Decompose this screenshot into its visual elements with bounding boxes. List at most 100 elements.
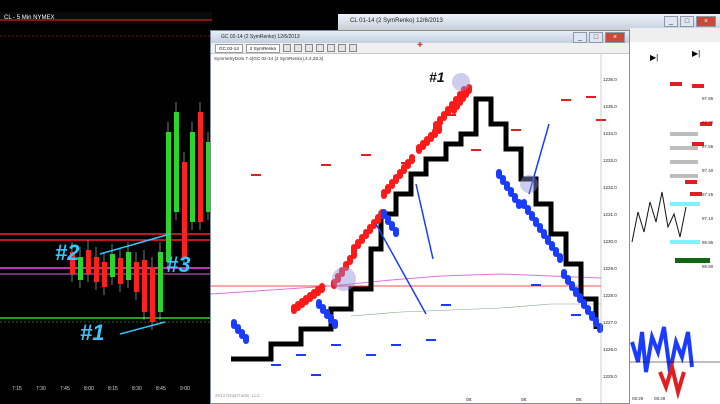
candle [86, 250, 91, 274]
drawing-tools-icon[interactable] [316, 44, 325, 52]
signal-dash [391, 344, 401, 346]
price-label: 97.40 [702, 168, 714, 173]
level-mark [670, 82, 682, 86]
main-chart-window: GC 02-14 (2 SymRenko) 12/6/2013 _ □ × GC… [210, 30, 630, 404]
price-label: 96.80 [702, 264, 714, 269]
signal-dash [401, 162, 411, 164]
signal-dash [296, 354, 306, 356]
zoom-out-icon[interactable] [305, 44, 314, 52]
right-chart-header [630, 28, 720, 42]
annotation-label-3: #3 [166, 252, 191, 277]
signal-dash [321, 164, 331, 166]
candle [182, 162, 187, 257]
price-label: 1233.0 [603, 158, 617, 163]
time-label: 08:29 [632, 396, 644, 401]
candle [150, 267, 155, 322]
candle [118, 258, 123, 284]
price-label: 1227.0 [603, 320, 617, 325]
signal-dash [511, 129, 521, 131]
candle [190, 132, 195, 222]
signal-dash [571, 314, 581, 316]
indicator-label: SymmetryDots 7.4(GC 02-14 (2 SymRenko),4… [214, 56, 324, 61]
candle [94, 257, 99, 282]
time-label: 7:15 [12, 386, 22, 392]
candle [110, 254, 115, 277]
candle [174, 112, 179, 212]
candle [126, 252, 131, 280]
signal-dash [271, 364, 281, 366]
price-label: 97.55 [702, 144, 714, 149]
svg-text:▶|: ▶| [692, 49, 700, 58]
renko-brick [243, 334, 249, 344]
annotation-label-1: #1 [80, 320, 105, 345]
time-label: 8:45 [156, 386, 166, 392]
highlight-circle [332, 267, 356, 291]
watermark: 2013 NinjaTrader, LLC [215, 393, 261, 398]
signal-dash [366, 354, 376, 356]
right-chart: ▶| ▶| 97.85 97.70 97.55 97.40 97.25 97.10 96.9… [630, 42, 720, 404]
time-label: 9:00 [180, 386, 190, 392]
candle [102, 262, 107, 287]
signal-dash [251, 174, 261, 176]
level-mark [670, 146, 698, 150]
time-label: 8:15 [108, 386, 118, 392]
time-label: 08: [521, 397, 527, 402]
instrument-select[interactable]: GC 02-14 [215, 43, 243, 53]
properties-icon[interactable] [327, 44, 336, 52]
time-label: 08:48 [654, 396, 666, 401]
price-label: 1228.0 [603, 293, 617, 298]
price-label: 1234.0 [603, 131, 617, 136]
price-label: 1230.0 [603, 239, 617, 244]
candle [134, 262, 139, 292]
close-icon[interactable]: × [696, 16, 716, 27]
left-chart: 7:15 7:30 7:45 8:00 8:15 8:30 8:45 9:00 [0, 19, 212, 392]
maximize-icon[interactable]: □ [680, 16, 694, 27]
maximize-icon[interactable]: □ [589, 32, 603, 43]
level-mark [670, 174, 698, 178]
strategies-icon[interactable] [349, 44, 358, 52]
price-label: 97.70 [702, 120, 714, 125]
time-label: 7:30 [36, 386, 46, 392]
average-line [350, 303, 601, 317]
price-label: 1236.0 [603, 77, 617, 82]
renko-brick [332, 319, 338, 329]
right-window-controls: _ □ × [664, 16, 716, 27]
price-label: 1232.0 [603, 185, 617, 190]
price-label: 97.25 [702, 192, 714, 197]
price-label: 1231.0 [603, 212, 617, 217]
signal-dash [446, 114, 456, 116]
renko-brick [557, 253, 563, 263]
right-window-title[interactable]: CL 01-14 (2 SymRenko) 12/6/2013 [338, 14, 720, 28]
indicators-icon[interactable] [338, 44, 347, 52]
signal-dash [426, 339, 436, 341]
level-mark [685, 180, 697, 184]
chart-cursor-icon: ✚ [417, 42, 423, 49]
candle [158, 252, 163, 312]
chart-style-icon[interactable] [283, 44, 292, 52]
close-icon[interactable]: × [605, 32, 625, 43]
price-axis-labels: 1236.0 1235.0 1234.0 1233.0 1232.0 1231.0 1230… [600, 54, 617, 403]
left-candles [70, 102, 211, 330]
minimize-icon[interactable]: _ [664, 16, 678, 27]
signal-dash [331, 344, 341, 346]
main-plot-area[interactable]: 1236.0 1235.0 1234.0 1233.0 1232.0 1231.0 1230… [211, 54, 629, 403]
signal-dash [586, 96, 596, 98]
highlight-circle [452, 73, 470, 91]
time-label: 08: [466, 397, 472, 402]
candle [198, 112, 203, 222]
annotation-label-2: #2 [55, 240, 80, 265]
price-label: 97.85 [702, 96, 714, 101]
level-mark [670, 132, 698, 136]
zoom-in-icon[interactable] [294, 44, 303, 52]
annotation-line [375, 223, 427, 315]
highlight-circle [520, 175, 538, 193]
bar-type-select[interactable]: 2 SymRenko [245, 43, 281, 53]
left-chart-window: CL - 5 Min NYMEX 7:15 7:30 7:45 8:00 8:15 8:3… [0, 12, 212, 404]
time-label: 8:30 [132, 386, 142, 392]
signal-dash [531, 284, 541, 286]
level-mark [670, 160, 698, 164]
price-label: 96.95 [702, 240, 714, 245]
minimize-icon[interactable]: _ [573, 32, 587, 43]
annotation-line [415, 183, 434, 260]
price-label: 1235.0 [603, 104, 617, 109]
